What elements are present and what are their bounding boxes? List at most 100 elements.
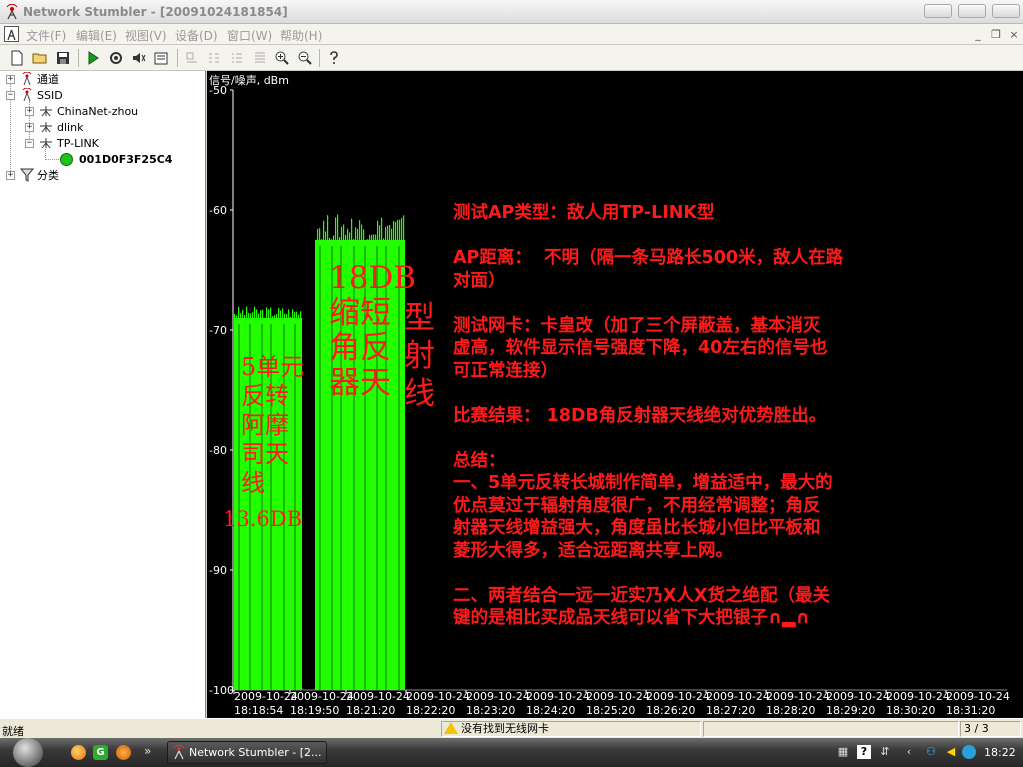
save-icon[interactable] xyxy=(54,49,72,67)
app-tray-icon[interactable] xyxy=(962,745,976,759)
x-tick-time: 18:19:50 xyxy=(290,704,339,717)
new-file-icon[interactable] xyxy=(8,49,26,67)
tree-view: + 通道 − SSID + ChinaNet-zhou + dlink − TP… xyxy=(0,71,206,718)
firefox-icon[interactable] xyxy=(71,745,86,760)
keyboard-icon[interactable]: ▦ xyxy=(836,745,850,759)
expand-toggle[interactable]: + xyxy=(25,122,34,132)
list-icon[interactable] xyxy=(228,49,246,67)
signal-spike xyxy=(373,234,375,240)
expand-toggle[interactable]: + xyxy=(6,74,15,84)
signal-spike xyxy=(349,232,351,240)
x-tick-date: 2009-10-24 xyxy=(234,690,298,703)
signal-spike xyxy=(343,224,345,240)
minimize-button[interactable] xyxy=(924,4,952,18)
config-icon[interactable] xyxy=(152,49,170,67)
tree-node-access-point[interactable]: 001D0F3F25C4 xyxy=(60,151,172,167)
x-tick-date: 2009-10-24 xyxy=(526,690,590,703)
warning-icon xyxy=(444,722,458,734)
signal-spike xyxy=(296,311,298,318)
window-title: Network Stumbler - [20091024181854] xyxy=(23,5,288,19)
help-icon[interactable] xyxy=(325,49,343,67)
signal-spike xyxy=(234,314,236,318)
signal-spike xyxy=(325,231,327,240)
menu-window[interactable]: 窗口(W) xyxy=(227,27,272,44)
taskbar: G » Network Stumbler - [2... ▦ ? ⇵ ‹ ⚇ ◀… xyxy=(0,738,1023,767)
signal-spike xyxy=(319,228,321,240)
x-tick-time: 18:25:20 xyxy=(586,704,635,717)
details-icon[interactable] xyxy=(251,49,269,67)
y-tick-label: -70 xyxy=(209,324,227,337)
signal-spike xyxy=(355,227,357,240)
toolbar-separator xyxy=(319,49,320,67)
menu-edit[interactable]: 编辑(E) xyxy=(76,27,117,44)
expand-toggle[interactable]: + xyxy=(6,170,15,180)
menu-help[interactable]: 帮助(H) xyxy=(280,27,322,44)
tree-node-network[interactable]: − TP-LINK xyxy=(25,135,99,151)
note-line xyxy=(453,562,843,585)
media-icon[interactable] xyxy=(116,745,131,760)
tree-node-channels[interactable]: + 通道 xyxy=(6,71,59,87)
x-tick-time: 18:23:20 xyxy=(466,704,515,717)
antenna-icon xyxy=(22,88,32,102)
signal-spike xyxy=(327,215,329,240)
start-button[interactable] xyxy=(13,738,43,767)
signal-spike xyxy=(395,221,397,240)
overflow-chevron-icon[interactable]: » xyxy=(144,744,151,758)
network-tray-icon[interactable]: ⚇ xyxy=(924,745,938,759)
chevron-left-icon[interactable]: ‹ xyxy=(902,745,916,759)
g-app-icon[interactable]: G xyxy=(93,745,108,760)
antenna-icon xyxy=(22,72,32,86)
signal-spike xyxy=(337,214,339,240)
ime-icon[interactable]: ⇵ xyxy=(878,745,892,759)
signal-spike xyxy=(381,217,383,240)
signal-spike xyxy=(270,307,272,318)
help-tray-icon[interactable]: ? xyxy=(857,745,871,759)
tree-node-ssid[interactable]: − SSID xyxy=(6,87,63,103)
signal-spike xyxy=(357,228,359,240)
x-tick-date: 2009-10-24 xyxy=(826,690,890,703)
signal-spike xyxy=(387,225,389,240)
taskbar-item-netstumbler[interactable]: Network Stumbler - [2... xyxy=(167,741,327,764)
note-line: 对面） xyxy=(453,270,506,291)
signal-spike xyxy=(367,239,369,240)
note-line: 测试网卡：卡皇改（加了三个屏蔽盖，基本消灭 xyxy=(453,315,821,336)
close-button[interactable] xyxy=(992,4,1020,18)
network-icon xyxy=(40,122,52,133)
large-icons-icon[interactable] xyxy=(183,49,201,67)
collapse-toggle[interactable]: − xyxy=(25,138,34,148)
zoom-out-icon[interactable] xyxy=(296,49,314,67)
document-icon[interactable] xyxy=(4,26,19,42)
small-icons-icon[interactable] xyxy=(205,49,223,67)
speaker-icon[interactable]: ◀ xyxy=(944,745,958,759)
signal-spike xyxy=(260,310,262,318)
signal-spike xyxy=(331,239,333,240)
signal-spike xyxy=(371,234,373,240)
signal-spike xyxy=(391,228,393,240)
mute-icon[interactable] xyxy=(130,49,148,67)
collapse-toggle[interactable]: − xyxy=(6,90,15,100)
menu-device[interactable]: 设备(D) xyxy=(175,27,218,44)
mdi-close-icon[interactable]: × xyxy=(1008,28,1020,41)
mdi-minimize-icon[interactable]: _ xyxy=(972,28,984,41)
x-tick-time: 18:31:20 xyxy=(946,704,995,717)
tree-node-network[interactable]: + dlink xyxy=(25,119,83,135)
open-folder-icon[interactable] xyxy=(31,49,49,67)
auto-config-icon[interactable] xyxy=(107,49,125,67)
play-icon[interactable] xyxy=(84,49,102,67)
maximize-button[interactable] xyxy=(958,4,986,18)
signal-spike xyxy=(248,312,250,318)
tree-node-network[interactable]: + ChinaNet-zhou xyxy=(25,103,138,119)
signal-spike xyxy=(383,238,385,240)
signal-spike xyxy=(250,313,252,318)
menu-file[interactable]: 文件(F) xyxy=(26,27,66,44)
tree-node-filters[interactable]: + 分类 xyxy=(6,167,59,183)
mdi-restore-icon[interactable]: ❐ xyxy=(990,28,1002,41)
x-tick-time: 18:21:20 xyxy=(346,704,395,717)
menu-view[interactable]: 视图(V) xyxy=(125,27,167,44)
expand-toggle[interactable]: + xyxy=(25,106,34,116)
zoom-in-icon[interactable] xyxy=(273,49,291,67)
signal-spike xyxy=(298,314,300,318)
x-tick-date: 2009-10-24 xyxy=(346,690,410,703)
note-line: 二、两者结合一远一近实乃X人X货之绝配（最关 xyxy=(453,585,830,606)
signal-spike xyxy=(246,306,248,318)
